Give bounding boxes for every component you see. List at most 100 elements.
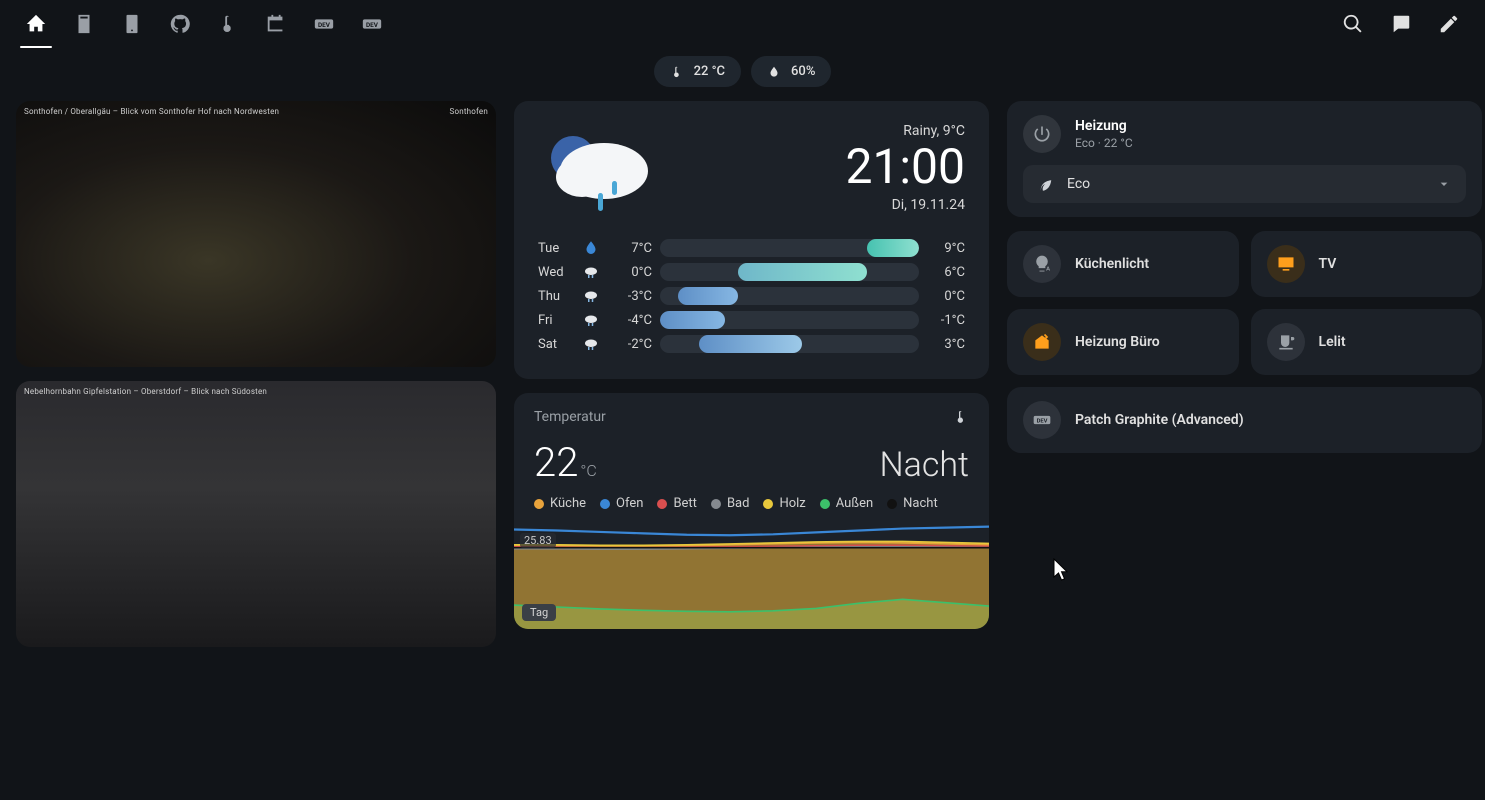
- thermometer-icon: [953, 409, 969, 425]
- legend-label: Küche: [550, 496, 586, 511]
- legend-dot: [887, 499, 897, 509]
- heating-subtitle: Eco · 22 °C: [1075, 136, 1133, 150]
- tab-calendar[interactable]: [252, 0, 300, 48]
- legend-dot: [711, 499, 721, 509]
- forecast-row: Fri -4°C -1°C: [538, 311, 965, 329]
- dev-icon: DEV: [361, 13, 383, 35]
- weather-card[interactable]: Rainy, 9°C 21:00 Di, 19.11.24 Tue 7°C 9°…: [514, 101, 989, 379]
- forecast-high: 3°C: [927, 337, 965, 352]
- weather-time: 21:00: [845, 143, 965, 191]
- home-assistant-icon: [25, 13, 47, 35]
- heating-header[interactable]: Heizung Eco · 22 °C: [1023, 115, 1466, 153]
- tile-tv[interactable]: TV: [1251, 231, 1483, 297]
- github-icon: [169, 13, 191, 35]
- heating-title: Heizung: [1075, 118, 1133, 134]
- weather-condition-text: Rainy, 9°C: [845, 123, 965, 139]
- forecast-low: -4°C: [610, 313, 652, 328]
- camera-card-2[interactable]: Nebelhornbahn Gipfelstation – Oberstdorf…: [16, 381, 496, 647]
- camera-card-1[interactable]: Sonthofen / Oberallgäu – Blick vom Sonth…: [16, 101, 496, 367]
- tile-label: Heizung Büro: [1075, 334, 1160, 350]
- tab-server[interactable]: [60, 0, 108, 48]
- forecast-mini-icon: [580, 311, 602, 329]
- forecast-high: 9°C: [927, 241, 965, 256]
- legend-dot: [657, 499, 667, 509]
- column-right: Heizung Eco · 22 °C Eco AKüchenlicht TV He…: [1007, 101, 1482, 453]
- legend-dot: [820, 499, 830, 509]
- tile-grid: AKüchenlicht TV Heizung Büro Lelit DEV Patch …: [1007, 231, 1482, 453]
- thermometer-icon: [217, 13, 239, 35]
- legend-dot: [763, 499, 773, 509]
- assist-button[interactable]: [1377, 0, 1425, 48]
- humidity-chip[interactable]: 60%: [751, 56, 831, 87]
- forecast-bar: [660, 335, 919, 353]
- legend-label: Nacht: [903, 496, 938, 511]
- tile-label: Lelit: [1319, 334, 1346, 350]
- legend-label: Holz: [779, 496, 805, 511]
- camera-caption: Nebelhornbahn Gipfelstation – Oberstdorf…: [24, 387, 488, 396]
- calendar-icon: [265, 13, 287, 35]
- forecast-row: Sat -2°C 3°C: [538, 335, 965, 353]
- search-button[interactable]: [1329, 0, 1377, 48]
- tab-mobile[interactable]: [108, 0, 156, 48]
- legend-label: Bad: [727, 496, 750, 511]
- legend-dot: [600, 499, 610, 509]
- tab-dev1[interactable]: DEV: [300, 0, 348, 48]
- forecast-row: Wed 0°C 6°C: [538, 263, 965, 281]
- legend-label: Ofen: [616, 496, 643, 511]
- chart-tag: Tag: [522, 604, 556, 621]
- temperature-chart: 25.83 Tag: [514, 519, 989, 629]
- camera-caption-left: Nebelhornbahn Gipfelstation – Oberstdorf…: [24, 387, 267, 396]
- temperature-state: Nacht: [879, 445, 969, 485]
- legend-dot: [534, 499, 544, 509]
- humidity-chip-value: 60%: [791, 64, 815, 79]
- heating-mode-select[interactable]: Eco: [1023, 165, 1466, 203]
- legend-item[interactable]: Bett: [657, 496, 697, 511]
- dev-icon: DEV: [1023, 401, 1061, 439]
- tab-home[interactable]: [12, 0, 60, 48]
- forecast-row: Thu -3°C 0°C: [538, 287, 965, 305]
- legend-item[interactable]: Küche: [534, 496, 586, 511]
- badge-row: 22 °C 60%: [0, 56, 1485, 87]
- tile-label: TV: [1319, 256, 1337, 272]
- chart-legend: Küche Ofen Bett Bad Holz Außen Nacht: [534, 496, 969, 511]
- camera-caption-left: Sonthofen / Oberallgäu – Blick vom Sonth…: [24, 107, 279, 116]
- legend-item[interactable]: Ofen: [600, 496, 643, 511]
- forecast-high: 0°C: [927, 289, 965, 304]
- tab-github[interactable]: [156, 0, 204, 48]
- legend-item[interactable]: Nacht: [887, 496, 938, 511]
- legend-label: Bett: [673, 496, 697, 511]
- power-icon: [1023, 115, 1061, 153]
- temperature-chip[interactable]: 22 °C: [654, 56, 741, 87]
- dev-icon: DEV: [313, 13, 335, 35]
- tile-lelit[interactable]: Lelit: [1251, 309, 1483, 375]
- phone-icon: [121, 13, 143, 35]
- forecast-low: 7°C: [610, 241, 652, 256]
- svg-text:DEV: DEV: [366, 21, 379, 29]
- svg-text:DEV: DEV: [318, 21, 331, 29]
- tab-thermo[interactable]: [204, 0, 252, 48]
- tile-patch-graphite[interactable]: DEV Patch Graphite (Advanced): [1007, 387, 1482, 453]
- svg-text:A: A: [1046, 267, 1050, 273]
- bulb-icon: A: [1023, 245, 1061, 283]
- edit-dashboard-button[interactable]: [1425, 0, 1473, 48]
- heating-mode-value: Eco: [1067, 176, 1090, 192]
- forecast-bar: [660, 311, 919, 329]
- forecast-bar: [660, 287, 919, 305]
- forecast-bar: [660, 263, 919, 281]
- tile-heating-office[interactable]: Heizung Büro: [1007, 309, 1239, 375]
- topbar: DEV DEV: [0, 0, 1485, 48]
- tile-label: Patch Graphite (Advanced): [1075, 412, 1244, 428]
- pencil-icon: [1438, 13, 1460, 35]
- temperature-chip-value: 22 °C: [694, 64, 725, 79]
- tab-dev2[interactable]: DEV: [348, 0, 396, 48]
- tile-kitchen-light[interactable]: AKüchenlicht: [1007, 231, 1239, 297]
- legend-item[interactable]: Außen: [820, 496, 873, 511]
- temperature-card[interactable]: Temperatur 22°C Nacht KücheOfenBettBadHo…: [514, 393, 989, 629]
- forecast-mini-icon: [580, 335, 602, 353]
- forecast-mini-icon: [580, 263, 602, 281]
- legend-item[interactable]: Bad: [711, 496, 750, 511]
- search-icon: [1342, 13, 1364, 35]
- legend-label: Außen: [836, 496, 873, 511]
- legend-item[interactable]: Holz: [763, 496, 805, 511]
- forecast-low: 0°C: [610, 265, 652, 280]
